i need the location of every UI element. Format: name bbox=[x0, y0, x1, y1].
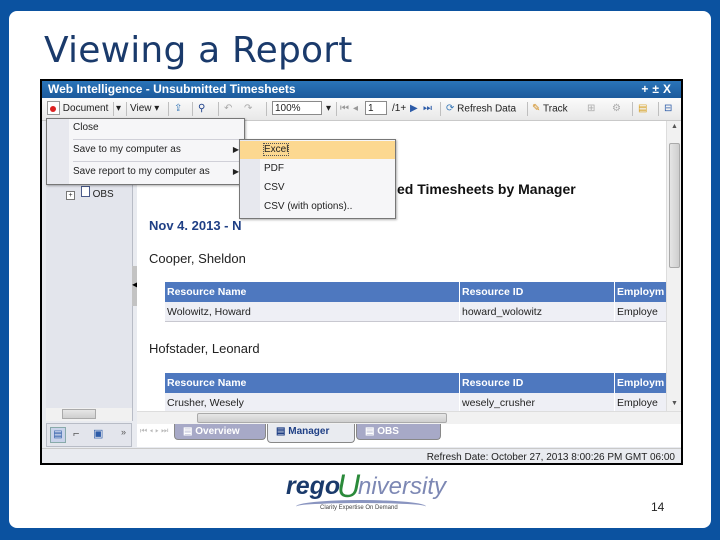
document-menu-button[interactable]: Document bbox=[47, 101, 108, 117]
window-title: Web Intelligence - Unsubmitted Timesheet… bbox=[48, 82, 296, 96]
column-header: Resource ID bbox=[459, 282, 615, 302]
window-controls[interactable]: +±X bbox=[641, 81, 675, 98]
resource-table: Resource Name Resource ID Employm Crushe… bbox=[165, 373, 675, 413]
outline-icon[interactable]: ▤ bbox=[638, 101, 647, 117]
report-page-icon: ▤ bbox=[183, 426, 196, 437]
last-page-icon[interactable]: ⏭ bbox=[423, 101, 432, 117]
track-button[interactable]: ✎ Track bbox=[532, 101, 568, 117]
previous-page-icon[interactable]: ◂ bbox=[353, 101, 358, 117]
nav-horizontal-scrollbar[interactable] bbox=[46, 408, 132, 421]
drill-icon[interactable]: ⊞ bbox=[587, 101, 595, 117]
view-menu-button[interactable]: View ▾ bbox=[130, 101, 159, 117]
menu-item-save-report-to-computer[interactable]: Save report to my computer as ▶ bbox=[73, 163, 243, 181]
page-total: /1+ bbox=[392, 103, 407, 114]
refresh-icon: ⟳ bbox=[446, 103, 455, 114]
date-heading: Nov 4. 2013 - N bbox=[149, 218, 242, 233]
refresh-data-button[interactable]: ⟳ Refresh Data bbox=[446, 101, 516, 117]
cell-resource-name: Crusher, Wesely bbox=[165, 393, 460, 413]
submenu-item-csv[interactable]: CSV bbox=[264, 179, 392, 197]
document-icon bbox=[47, 101, 60, 116]
find-icon[interactable]: ⚲ bbox=[198, 101, 205, 117]
page-number-input[interactable]: 1 bbox=[365, 101, 387, 115]
document-menu: Close Save to my computer as ▶ Save repor… bbox=[46, 118, 245, 185]
column-header: Resource Name bbox=[165, 282, 460, 302]
expand-icon[interactable]: + bbox=[66, 191, 75, 200]
zoom-dropdown-arrow[interactable]: ▾ bbox=[326, 101, 331, 117]
submenu-item-csv-with-options[interactable]: CSV (with options).. bbox=[264, 198, 392, 216]
zoom-input[interactable]: 100% bbox=[272, 101, 322, 115]
report-page-icon: ▤ bbox=[276, 426, 289, 437]
window-titlebar: Web Intelligence - Unsubmitted Timesheet… bbox=[42, 81, 681, 98]
manager-name: Hofstader, Leonard bbox=[149, 341, 260, 356]
save-as-submenu: Excel PDF CSV CSV (with options).. bbox=[239, 139, 396, 219]
track-icon: ✎ bbox=[532, 103, 541, 114]
data-icon[interactable]: ▣ bbox=[93, 427, 103, 440]
page-layout-icon[interactable]: ⊟ bbox=[664, 101, 672, 117]
tab-navigation-arrows[interactable]: ⏮ ◂ ▸ ⏭ bbox=[140, 426, 168, 436]
horizontal-scroll-thumb[interactable] bbox=[197, 413, 447, 423]
navigation-map-icon[interactable]: ▤ bbox=[50, 427, 66, 443]
table-row: Crusher, Wesely wesely_crusher Employe bbox=[165, 393, 675, 413]
filter-icon[interactable]: ⚙ bbox=[612, 101, 621, 117]
redo-icon[interactable]: ↷ bbox=[244, 101, 252, 117]
horizontal-scrollbar[interactable] bbox=[137, 411, 681, 425]
tab-overview[interactable]: ▤ Overview bbox=[174, 424, 266, 440]
scroll-up-icon[interactable]: ▲ bbox=[671, 123, 678, 130]
slide-title: Viewing a Report bbox=[44, 30, 353, 71]
scroll-down-icon[interactable]: ▼ bbox=[671, 400, 678, 407]
close-icon[interactable]: X bbox=[663, 82, 675, 96]
table-row: Wolowitz, Howard howard_wolowitz Employe bbox=[165, 302, 675, 322]
maximize-icon[interactable]: + bbox=[641, 82, 652, 96]
cell-resource-id: howard_wolowitz bbox=[459, 302, 615, 322]
manager-name: Cooper, Sheldon bbox=[149, 251, 246, 266]
undo-icon[interactable]: ↶ bbox=[224, 101, 232, 117]
tab-obs[interactable]: ▤ OBS bbox=[356, 424, 441, 440]
next-page-icon[interactable]: ▶ bbox=[410, 101, 418, 117]
report-page-icon bbox=[80, 186, 90, 197]
resource-table: Resource Name Resource ID Employm Wolowi… bbox=[165, 282, 675, 322]
web-intelligence-window: Web Intelligence - Unsubmitted Timesheet… bbox=[40, 79, 683, 465]
menu-item-close[interactable]: Close bbox=[73, 119, 243, 137]
menu-item-save-to-computer[interactable]: Save to my computer as ▶ bbox=[73, 141, 243, 159]
export-icon[interactable]: ⇪ bbox=[174, 101, 182, 117]
status-bar: Refresh Date: October 27, 2013 8:00:26 P… bbox=[42, 448, 681, 463]
cell-resource-id: wesely_crusher bbox=[459, 393, 615, 413]
first-page-icon[interactable]: ⏮ bbox=[340, 101, 349, 117]
input-controls-icon[interactable]: ⌐ bbox=[73, 428, 79, 440]
report-page-icon: ▤ bbox=[365, 426, 378, 437]
column-header: Resource Name bbox=[165, 373, 460, 393]
document-dropdown-arrow[interactable]: ▾ bbox=[116, 101, 121, 117]
cell-resource-name: Wolowitz, Howard bbox=[165, 302, 460, 322]
restore-icon[interactable]: ± bbox=[652, 82, 663, 96]
tree-item-obs[interactable]: + OBS bbox=[66, 186, 114, 200]
submenu-item-excel[interactable]: Excel bbox=[240, 141, 395, 159]
page-number: 14 bbox=[651, 500, 665, 514]
rego-university-logo: rego U niversity Clarity Expertise On De… bbox=[286, 468, 447, 511]
column-header: Resource ID bbox=[459, 373, 615, 393]
tab-manager[interactable]: ▤ Manager bbox=[267, 424, 355, 443]
report-tabs: ⏮ ◂ ▸ ⏭ ▤ Overview ▤ Manager ▤ OBS bbox=[137, 424, 681, 447]
submenu-item-pdf[interactable]: PDF bbox=[264, 160, 392, 178]
report-title: ed Timesheets by Manager bbox=[397, 181, 576, 197]
more-panels-icon[interactable]: » bbox=[121, 427, 126, 437]
panel-switcher: ▤ ⌐ ▣ » bbox=[46, 423, 132, 447]
vertical-scrollbar[interactable]: ▲ ▼ bbox=[666, 121, 681, 411]
vertical-scroll-thumb[interactable] bbox=[669, 143, 680, 268]
nav-scroll-thumb[interactable] bbox=[62, 409, 96, 419]
